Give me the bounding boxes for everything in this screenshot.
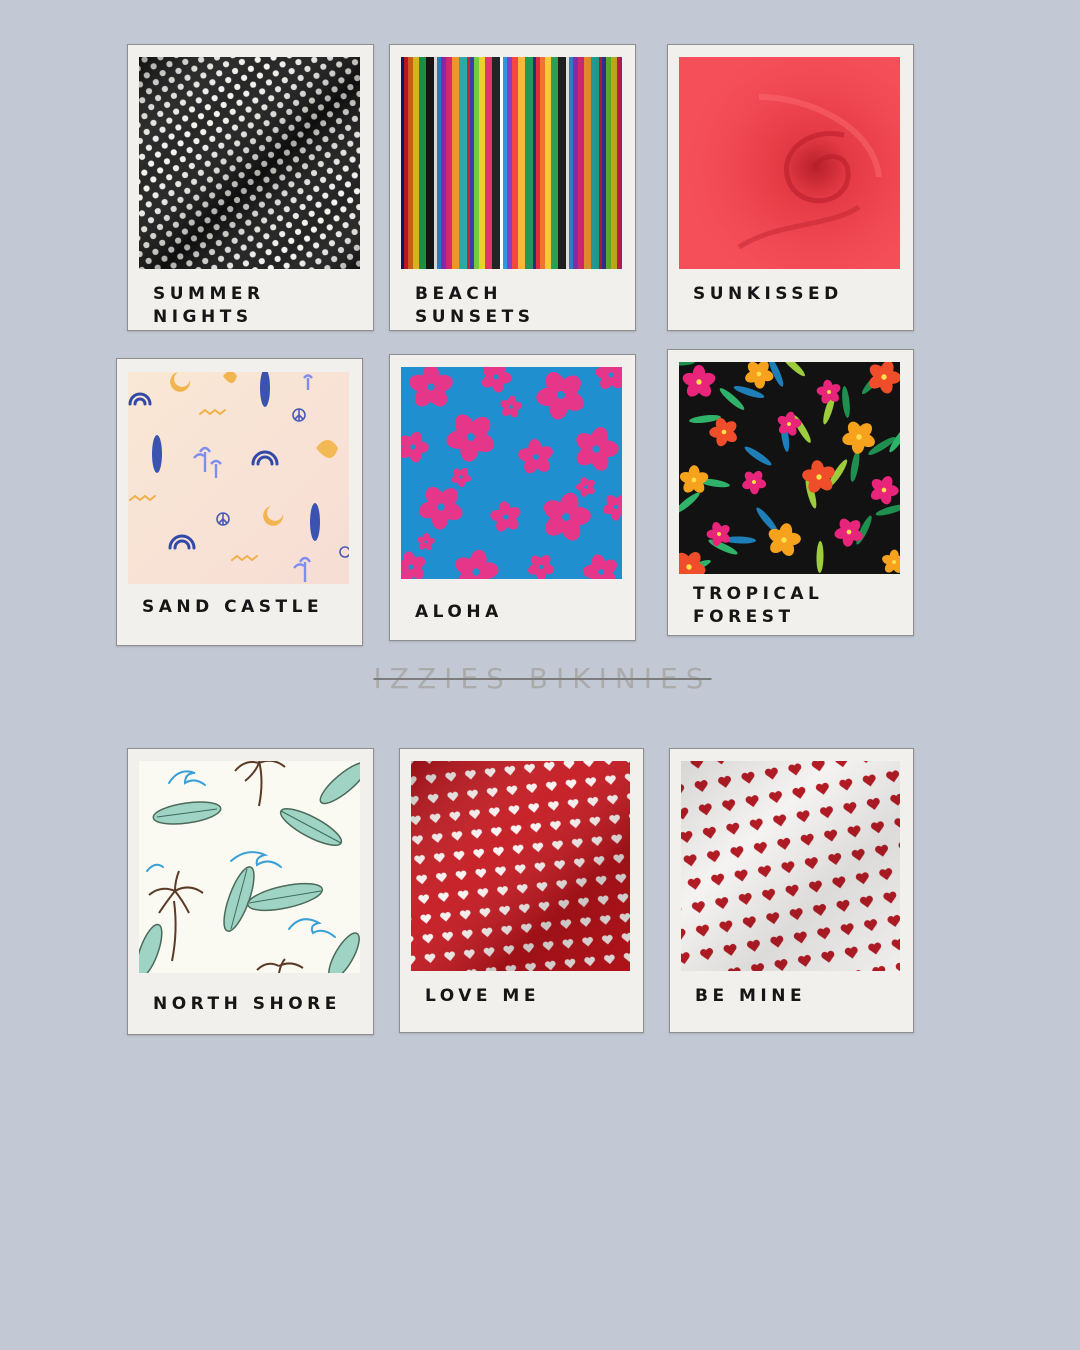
fabric-card-love-me[interactable]: LOVE ME xyxy=(399,748,644,1033)
fabric-card-tropical-forest[interactable]: TROPICAL FOREST xyxy=(667,349,914,636)
fabric-card-sunkissed[interactable]: SUNKISSED xyxy=(667,44,914,331)
fabric-name: ALOHA xyxy=(415,602,503,622)
fabric-swatch-north-shore xyxy=(139,761,360,973)
fabric-name: LOVE ME xyxy=(425,986,540,1006)
fabric-swatch-summer-nights xyxy=(139,57,360,269)
fabric-name: NORTH SHORE xyxy=(153,994,341,1014)
fabric-name: SAND CASTLE xyxy=(142,597,324,617)
fabric-swatch-love-me xyxy=(411,761,630,971)
fabric-swatch-tropical-forest xyxy=(679,362,900,574)
fabric-card-aloha[interactable]: ALOHA xyxy=(389,354,636,641)
fabric-name: SUMMER NIGHTS xyxy=(153,284,265,327)
fabric-name: BEACH SUNSETS xyxy=(415,284,535,327)
fabric-swatch-sand-castle xyxy=(128,372,349,584)
fabric-name: TROPICAL FOREST xyxy=(693,584,824,627)
brand-title: IZZIES BIKINIES xyxy=(373,662,712,695)
fabric-swatch-aloha xyxy=(401,367,622,579)
fabric-card-be-mine[interactable]: BE MINE xyxy=(669,748,914,1033)
fabric-name: SUNKISSED xyxy=(693,284,843,304)
fabric-name: BE MINE xyxy=(695,986,807,1006)
fabric-swatch-be-mine xyxy=(681,761,900,971)
fabric-card-summer-nights[interactable]: SUMMER NIGHTS xyxy=(127,44,374,331)
fabric-swatch-sunkissed xyxy=(679,57,900,269)
fabric-card-sand-castle[interactable]: SAND CASTLE xyxy=(116,358,363,646)
fabric-card-beach-sunsets[interactable]: BEACH SUNSETS xyxy=(389,44,636,331)
fabric-card-north-shore[interactable]: NORTH SHORE xyxy=(127,748,374,1035)
fabric-swatch-beach-sunsets xyxy=(401,57,622,269)
